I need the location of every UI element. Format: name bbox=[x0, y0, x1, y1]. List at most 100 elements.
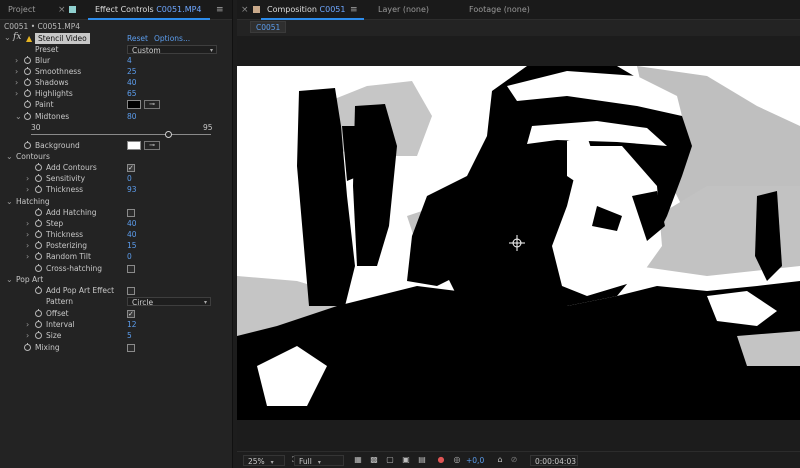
expand-chevron-icon[interactable]: › bbox=[26, 319, 29, 330]
stopwatch-icon[interactable] bbox=[24, 112, 31, 120]
stopwatch-icon[interactable] bbox=[24, 78, 31, 86]
close-tab-icon[interactable]: × bbox=[58, 0, 66, 20]
exposure-value[interactable]: +0,0 bbox=[466, 455, 484, 466]
smoothness-value[interactable]: 25 bbox=[127, 66, 137, 77]
param-label: Smoothness bbox=[35, 67, 82, 76]
step-value[interactable]: 40 bbox=[127, 218, 137, 229]
stopwatch-icon[interactable] bbox=[24, 100, 31, 108]
contour-thickness-value[interactable]: 93 bbox=[127, 184, 137, 195]
add-pop-art-checkbox[interactable] bbox=[127, 287, 135, 295]
options-link[interactable]: Options... bbox=[154, 33, 190, 44]
expand-chevron-icon[interactable]: › bbox=[15, 77, 18, 88]
highlights-value[interactable]: 65 bbox=[127, 88, 137, 99]
guides-icon[interactable]: ▣ bbox=[401, 455, 411, 465]
midtones-slider[interactable]: 30 95 bbox=[0, 123, 232, 138]
composition-navigator-chip[interactable]: C0051 bbox=[250, 21, 287, 33]
offset-checkbox[interactable] bbox=[127, 309, 135, 319]
add-hatching-checkbox[interactable] bbox=[127, 209, 135, 217]
size-value[interactable]: 5 bbox=[127, 330, 132, 341]
slider-thumb[interactable] bbox=[165, 131, 172, 138]
stopwatch-icon[interactable] bbox=[24, 89, 31, 97]
chevron-down-icon[interactable]: ⌄ bbox=[4, 33, 11, 42]
stopwatch-icon[interactable] bbox=[35, 252, 42, 260]
stopwatch-icon[interactable] bbox=[35, 185, 42, 193]
stopwatch-icon[interactable] bbox=[35, 309, 42, 317]
show-snapshot-icon[interactable]: ⊘ bbox=[509, 455, 519, 465]
resolution-dropdown[interactable]: Full ▾ bbox=[294, 455, 344, 466]
stopwatch-icon[interactable] bbox=[35, 331, 42, 339]
expand-chevron-icon[interactable]: › bbox=[26, 330, 29, 341]
stopwatch-icon[interactable] bbox=[35, 264, 42, 272]
stopwatch-icon[interactable] bbox=[35, 208, 42, 216]
slider-track[interactable] bbox=[31, 134, 211, 135]
tab-effect-controls-label: Effect Controls bbox=[95, 5, 154, 14]
panel-menu-icon[interactable]: ≡ bbox=[216, 0, 224, 20]
collapse-chevron-icon[interactable]: ⌄ bbox=[6, 196, 13, 207]
stopwatch-icon[interactable] bbox=[24, 141, 31, 149]
random-tilt-value[interactable]: 0 bbox=[127, 251, 132, 262]
collapse-chevron-icon[interactable]: ⌄ bbox=[6, 151, 13, 162]
tab-project[interactable]: Project bbox=[8, 0, 35, 20]
stopwatch-icon[interactable] bbox=[35, 241, 42, 249]
blur-value[interactable]: 4 bbox=[127, 55, 132, 66]
expand-chevron-icon[interactable]: › bbox=[26, 229, 29, 240]
snapshot-camera-icon[interactable]: ⌂ bbox=[495, 455, 505, 465]
color-management-icon[interactable]: ◎ bbox=[452, 455, 462, 465]
collapse-chevron-icon[interactable]: ⌄ bbox=[15, 111, 22, 122]
expand-chevron-icon[interactable]: › bbox=[26, 173, 29, 184]
param-add-pop-art: Add Pop Art Effect bbox=[0, 285, 232, 296]
timecode-field[interactable]: 0:00:04:03 bbox=[530, 455, 578, 466]
expand-chevron-icon[interactable]: › bbox=[15, 66, 18, 77]
param-label: Step bbox=[46, 219, 64, 228]
sensitivity-value[interactable]: 0 bbox=[127, 173, 132, 184]
preset-dropdown[interactable]: Custom ▾ bbox=[127, 45, 217, 55]
expand-chevron-icon[interactable]: › bbox=[26, 251, 29, 262]
paint-color-swatch[interactable] bbox=[127, 100, 141, 109]
effect-name[interactable]: Stencil Video bbox=[35, 33, 90, 44]
stopwatch-icon[interactable] bbox=[35, 320, 42, 328]
tab-footage[interactable]: Footage (none) bbox=[469, 0, 530, 20]
posterizing-value[interactable]: 15 bbox=[127, 240, 137, 251]
tab-composition[interactable]: Composition C0051 bbox=[267, 0, 345, 20]
interval-value[interactable]: 12 bbox=[127, 319, 137, 330]
add-contours-checkbox[interactable] bbox=[127, 163, 135, 173]
close-tab-icon[interactable]: × bbox=[241, 0, 249, 20]
tab-layer[interactable]: Layer (none) bbox=[378, 0, 429, 20]
fx-toggle-icon[interactable]: fx bbox=[13, 32, 21, 42]
expand-chevron-icon[interactable]: › bbox=[15, 88, 18, 99]
expand-chevron-icon[interactable]: › bbox=[26, 184, 29, 195]
stopwatch-icon[interactable] bbox=[35, 219, 42, 227]
background-color-swatch[interactable] bbox=[127, 141, 141, 150]
expand-chevron-icon[interactable]: › bbox=[26, 240, 29, 251]
stopwatch-icon[interactable] bbox=[24, 56, 31, 64]
expand-chevron-icon[interactable]: › bbox=[26, 218, 29, 229]
composition-frame bbox=[237, 66, 800, 420]
3d-view-icon[interactable]: ▤ bbox=[417, 455, 427, 465]
stopwatch-icon[interactable] bbox=[35, 163, 42, 171]
panel-menu-icon[interactable]: ≡ bbox=[350, 0, 358, 20]
tab-effect-controls[interactable]: Effect Controls C0051.MP4 bbox=[95, 0, 202, 20]
stopwatch-icon[interactable] bbox=[24, 343, 31, 351]
transparency-grid-icon[interactable]: ▩ bbox=[369, 455, 379, 465]
mask-visibility-icon[interactable]: ▢ bbox=[385, 455, 395, 465]
stopwatch-icon[interactable] bbox=[35, 286, 42, 294]
midtones-value[interactable]: 80 bbox=[127, 111, 137, 122]
stopwatch-icon[interactable] bbox=[35, 174, 42, 182]
param-highlights: › Highlights 65 bbox=[0, 88, 232, 99]
cross-hatching-checkbox[interactable] bbox=[127, 265, 135, 273]
hatch-thickness-value[interactable]: 40 bbox=[127, 229, 137, 240]
expand-chevron-icon[interactable]: › bbox=[15, 55, 18, 66]
eyedropper-icon[interactable]: ⊸ bbox=[144, 100, 160, 109]
effect-header-row: ⌄ fx ▲ Stencil Video Reset Options... bbox=[0, 32, 232, 44]
zoom-dropdown[interactable]: 25% ▾ bbox=[243, 455, 285, 466]
region-of-interest-icon[interactable]: ▦ bbox=[353, 455, 363, 465]
collapse-chevron-icon[interactable]: ⌄ bbox=[6, 274, 13, 285]
shadows-value[interactable]: 40 bbox=[127, 77, 137, 88]
color-channels-icon[interactable]: ● bbox=[436, 455, 446, 465]
mixing-checkbox[interactable] bbox=[127, 344, 135, 352]
eyedropper-icon[interactable]: ⊸ bbox=[144, 141, 160, 150]
reset-link[interactable]: Reset bbox=[127, 33, 148, 44]
stopwatch-icon[interactable] bbox=[35, 230, 42, 238]
pattern-dropdown[interactable]: Circle ▾ bbox=[127, 297, 211, 307]
stopwatch-icon[interactable] bbox=[24, 67, 31, 75]
